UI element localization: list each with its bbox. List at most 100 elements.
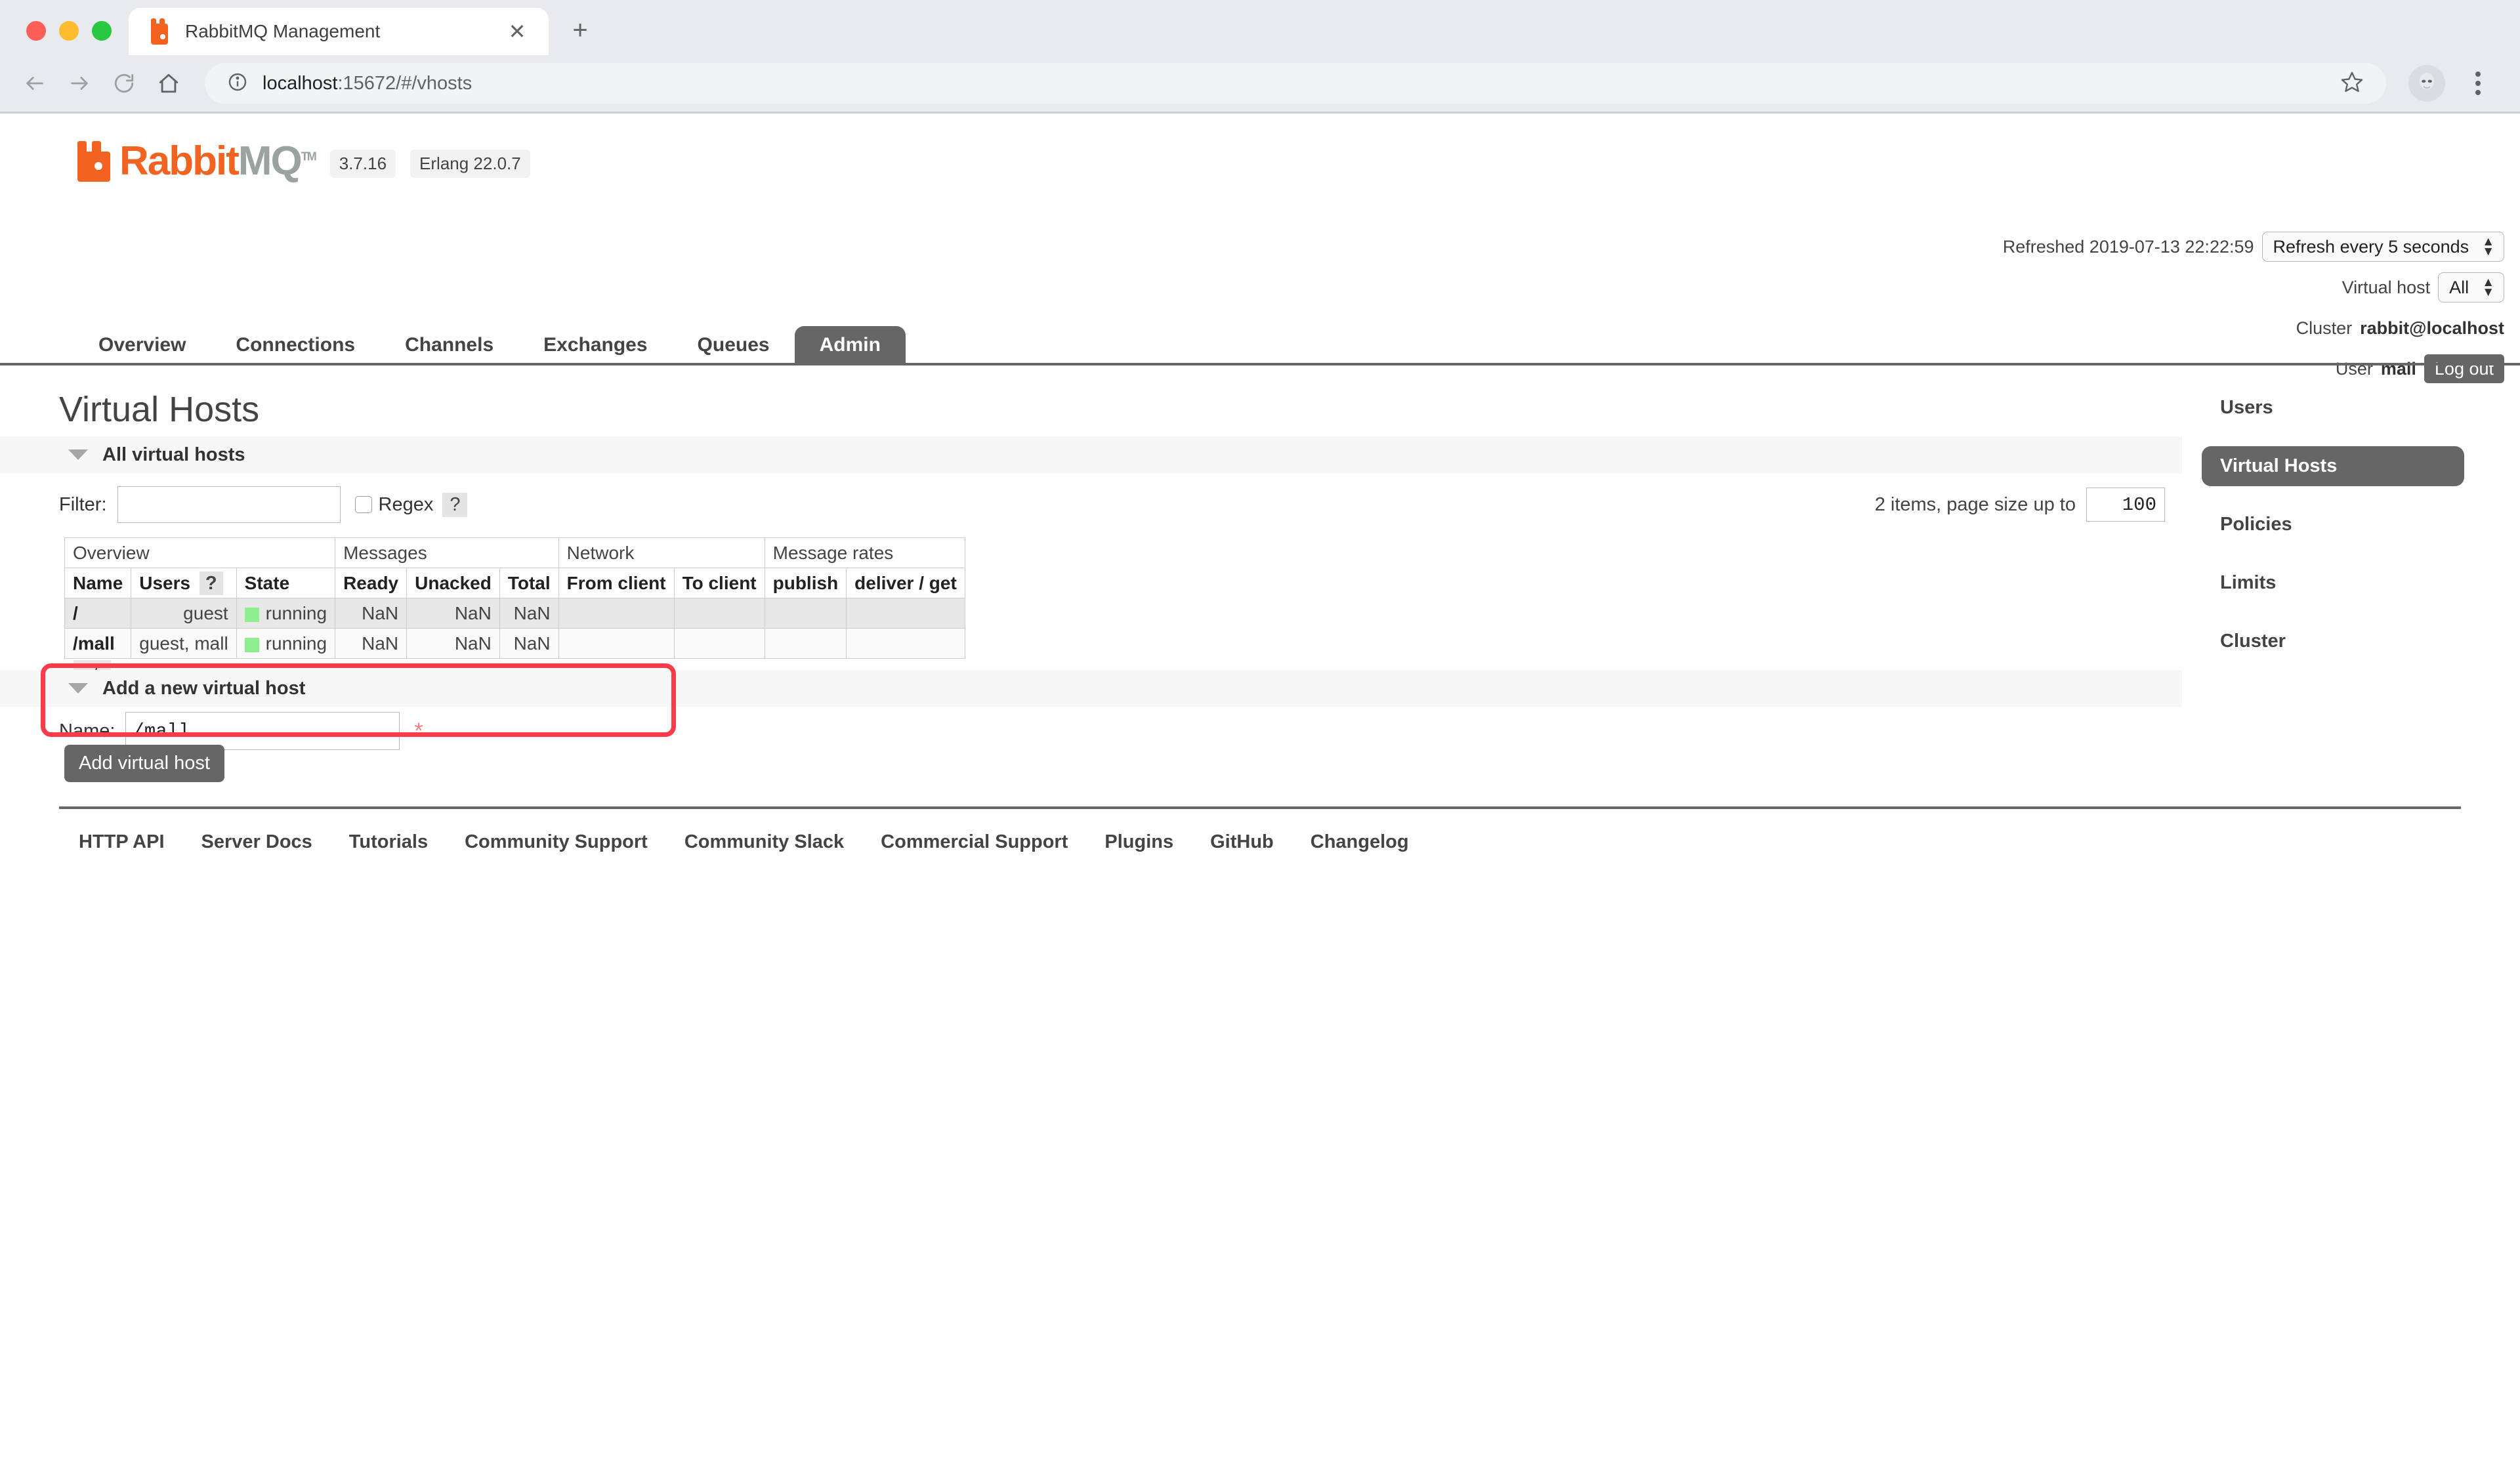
bookmark-star-icon[interactable] — [2340, 70, 2364, 97]
forward-arrow-icon[interactable] — [59, 63, 100, 104]
cell-total: NaN — [499, 598, 559, 629]
table-row[interactable]: / guest running NaN NaN NaN — [64, 598, 965, 629]
refreshed-timestamp: Refreshed 2019-07-13 22:22:59 — [2002, 236, 2254, 257]
rabbitmq-favicon-icon — [148, 18, 171, 45]
footer-links: HTTP API Server Docs Tutorials Community… — [59, 806, 2461, 853]
nav-tab-overview[interactable]: Overview — [74, 326, 211, 365]
sidebar-item-limits[interactable]: Limits — [2202, 563, 2464, 603]
col-users-label: Users — [139, 573, 191, 593]
cell-state-label: running — [265, 603, 327, 623]
footer-link-tutorials[interactable]: Tutorials — [349, 831, 448, 853]
table-row[interactable]: /mall guest, mall running NaN NaN NaN — [64, 628, 965, 659]
items-count-text: 2 items, page size up to — [1874, 493, 2076, 515]
nav-tab-admin[interactable]: Admin — [794, 326, 906, 365]
cell-name[interactable]: /mall — [64, 628, 132, 659]
sidebar-item-policies[interactable]: Policies — [2202, 505, 2464, 545]
cell-users: guest, mall — [131, 628, 237, 659]
address-bar-url: localhost:15672/#/vhosts — [262, 73, 472, 94]
regex-checkbox[interactable] — [354, 496, 372, 513]
admin-sidebar: Users Virtual Hosts Policies Limits Clus… — [2202, 388, 2464, 680]
paging-info: 2 items, page size up to 100 — [1875, 488, 2165, 522]
site-info-icon[interactable] — [227, 72, 248, 96]
rabbitmq-wordmark: RabbitMQTM — [119, 138, 317, 184]
group-messages: Messages — [335, 537, 559, 568]
browser-tab[interactable]: RabbitMQ Management ✕ — [129, 8, 549, 55]
cell-name[interactable]: / — [64, 598, 132, 629]
back-arrow-icon[interactable] — [14, 63, 55, 104]
refresh-interval-select[interactable]: Refresh every 5 seconds ▲ ▼ — [2261, 232, 2504, 262]
footer-link-github[interactable]: GitHub — [1210, 831, 1293, 853]
footer-link-plugins[interactable]: Plugins — [1104, 831, 1193, 853]
sidebar-item-users[interactable]: Users — [2202, 388, 2464, 428]
col-ready[interactable]: Ready — [335, 568, 408, 598]
col-total[interactable]: Total — [499, 568, 559, 598]
sidebar-item-cluster[interactable]: Cluster — [2202, 621, 2464, 661]
wordmark-tm: TM — [301, 150, 317, 163]
all-vhosts-section-title: All virtual hosts — [102, 444, 245, 465]
minimize-window-button[interactable] — [59, 21, 79, 41]
rabbitmq-logo[interactable]: RabbitMQTM — [74, 138, 317, 184]
home-icon[interactable] — [148, 63, 189, 104]
col-unacked[interactable]: Unacked — [406, 568, 500, 598]
add-vhost-section-header[interactable]: Add a new virtual host — [0, 670, 2182, 707]
filter-input[interactable] — [117, 486, 341, 523]
nav-tab-connections[interactable]: Connections — [211, 326, 380, 365]
col-name[interactable]: Name — [64, 568, 132, 598]
wordmark-mq: MQ — [238, 138, 303, 184]
rabbitmq-management-page: RabbitMQTM 3.7.16 Erlang 22.0.7 Refreshe… — [0, 114, 2520, 1478]
cell-deliver-get — [846, 598, 965, 629]
collapse-caret-icon[interactable] — [68, 449, 88, 460]
group-overview: Overview — [64, 537, 336, 568]
nav-tab-queues[interactable]: Queues — [673, 326, 795, 365]
footer-link-http-api[interactable]: HTTP API — [79, 831, 184, 853]
cell-from-client — [558, 598, 675, 629]
page-size-input[interactable]: 100 — [2086, 488, 2165, 522]
reload-icon[interactable] — [104, 63, 144, 104]
collapse-caret-icon[interactable] — [68, 683, 88, 694]
vhost-filter-select[interactable]: All ▲ ▼ — [2438, 272, 2504, 302]
virtual-hosts-table-wrap: Overview Messages Network Message rates … — [64, 537, 965, 690]
col-from-client[interactable]: From client — [558, 568, 675, 598]
cell-to-client — [673, 598, 765, 629]
sidebar-item-virtual-hosts[interactable]: Virtual Hosts — [2202, 446, 2464, 486]
address-bar[interactable]: localhost:15672/#/vhosts — [205, 63, 2386, 104]
url-path: :15672/#/vhosts — [337, 72, 472, 94]
col-publish[interactable]: publish — [764, 568, 847, 598]
footer-link-community-support[interactable]: Community Support — [465, 831, 667, 853]
users-help-icon[interactable]: ? — [199, 572, 223, 595]
nav-tab-channels[interactable]: Channels — [380, 326, 518, 365]
all-vhosts-section-header[interactable]: All virtual hosts — [0, 436, 2182, 473]
refresh-row: Refreshed 2019-07-13 22:22:59 Refresh ev… — [2003, 232, 2504, 262]
add-vhost-section-title: Add a new virtual host — [102, 677, 306, 699]
cell-ready: NaN — [335, 598, 408, 629]
group-message-rates: Message rates — [764, 537, 965, 568]
col-to-client[interactable]: To client — [673, 568, 765, 598]
footer-link-commercial-support[interactable]: Commercial Support — [881, 831, 1087, 853]
col-deliver-get[interactable]: deliver / get — [846, 568, 965, 598]
nav-tab-list: Overview Connections Channels Exchanges … — [0, 318, 2520, 365]
regex-help-icon[interactable]: ? — [442, 492, 468, 517]
close-tab-icon[interactable]: ✕ — [503, 17, 532, 46]
cell-unacked: NaN — [406, 598, 500, 629]
new-tab-icon[interactable]: + — [560, 10, 600, 50]
col-users[interactable]: Users ? — [131, 568, 237, 598]
col-state[interactable]: State — [236, 568, 336, 598]
browser-toolbar: localhost:15672/#/vhosts — [0, 55, 2520, 112]
version-badge: 3.7.16 — [329, 150, 396, 178]
close-window-button[interactable] — [26, 21, 46, 41]
wordmark-rabbit: Rabbit — [119, 138, 240, 184]
footer-link-community-slack[interactable]: Community Slack — [684, 831, 864, 853]
footer-link-changelog[interactable]: Changelog — [1311, 831, 1429, 853]
nav-tab-exchanges[interactable]: Exchanges — [518, 326, 672, 365]
profile-avatar-icon[interactable] — [2408, 65, 2445, 102]
footer-link-server-docs[interactable]: Server Docs — [201, 831, 332, 853]
status-indicator-icon — [244, 637, 259, 652]
maximize-window-button[interactable] — [92, 21, 112, 41]
vhost-row: Virtual host All ▲ ▼ — [2003, 272, 2504, 302]
header-status-panel: Refreshed 2019-07-13 22:22:59 Refresh ev… — [2003, 232, 2504, 394]
url-host: localhost — [262, 72, 338, 94]
table-head: Overview Messages Network Message rates … — [64, 537, 965, 598]
add-virtual-host-button[interactable]: Add virtual host — [64, 745, 224, 782]
vhost-name-label: Name: — [59, 720, 116, 741]
three-dot-menu-icon[interactable] — [2460, 72, 2496, 95]
